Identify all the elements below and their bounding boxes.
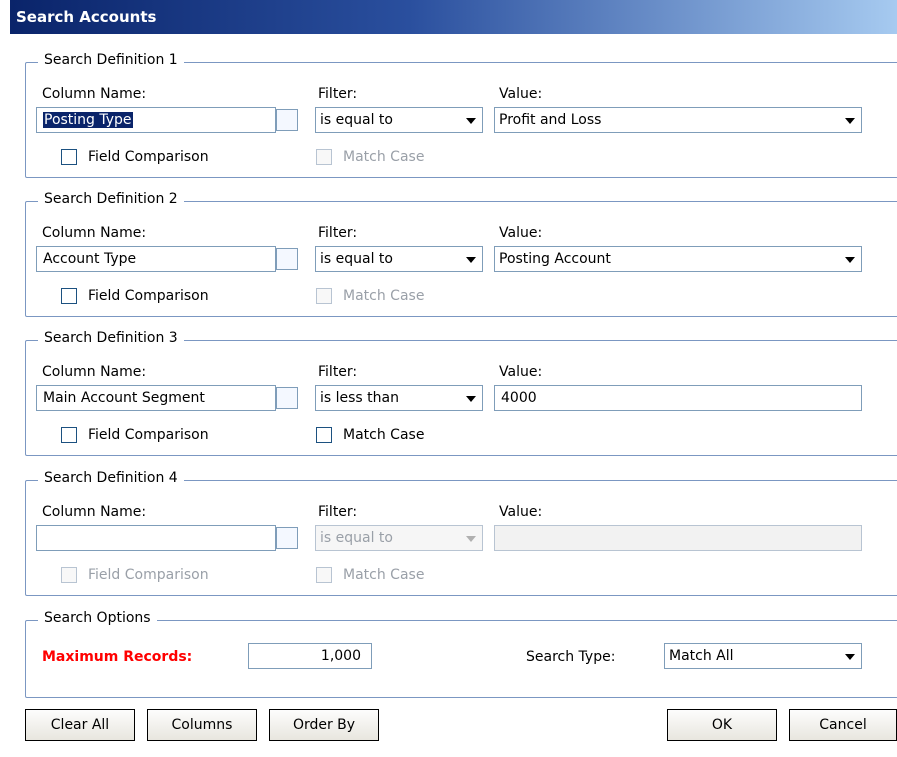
cancel-button[interactable]: Cancel xyxy=(789,709,897,741)
search-type-label: Search Type: xyxy=(526,649,616,665)
match-case-checkbox[interactable] xyxy=(316,288,332,304)
match-case-label: Match Case xyxy=(343,427,425,443)
value-label: Value: xyxy=(499,364,543,380)
column-name-input[interactable]: Posting Type xyxy=(36,107,276,133)
group-title: Search Definition 1 xyxy=(38,52,184,68)
field-comparison-label: Field Comparison xyxy=(88,149,209,165)
match-case-checkbox[interactable] xyxy=(316,427,332,443)
group-title: Search Definition 2 xyxy=(38,191,184,207)
match-case-label: Match Case xyxy=(343,149,425,165)
value-label: Value: xyxy=(499,225,543,241)
chevron-down-icon[interactable] xyxy=(458,526,482,550)
value-input[interactable] xyxy=(494,525,862,551)
value-input[interactable]: 4000 xyxy=(494,385,862,411)
title-bar: Search Accounts xyxy=(10,0,897,34)
maximum-records-input[interactable]: 1,000 xyxy=(248,643,372,669)
lookup-magnifier-icon[interactable] xyxy=(276,109,298,131)
order-by-button[interactable]: Order By xyxy=(269,709,379,741)
field-comparison-checkbox[interactable] xyxy=(61,288,77,304)
filter-dropdown[interactable]: is equal to xyxy=(315,246,483,272)
window-title: Search Accounts xyxy=(16,8,157,26)
column-name-input[interactable]: Account Type xyxy=(36,246,276,272)
match-case-checkbox[interactable] xyxy=(316,567,332,583)
field-comparison-label: Field Comparison xyxy=(88,427,209,443)
filter-value: is less than xyxy=(320,390,399,406)
lookup-magnifier-icon[interactable] xyxy=(276,248,298,270)
value-label: Value: xyxy=(499,504,543,520)
filter-dropdown[interactable]: is equal to xyxy=(315,525,483,551)
field-comparison-label: Field Comparison xyxy=(88,567,209,583)
value-label: Value: xyxy=(499,86,543,102)
filter-label: Filter: xyxy=(318,225,358,241)
column-name-label: Column Name: xyxy=(42,364,147,380)
search-type-value: Match All xyxy=(669,648,734,664)
maximum-records-label: Maximum Records: xyxy=(42,649,193,665)
filter-dropdown[interactable]: is less than xyxy=(315,385,483,411)
search-definition-2: Search Definition 2 Column Name: Filter:… xyxy=(25,191,897,317)
filter-value: is equal to xyxy=(320,251,393,267)
filter-value: is equal to xyxy=(320,112,393,128)
search-definition-4: Search Definition 4 Column Name: Filter:… xyxy=(25,470,897,596)
match-case-label: Match Case xyxy=(343,288,425,304)
chevron-down-icon[interactable] xyxy=(458,386,482,410)
search-definition-3: Search Definition 3 Column Name: Filter:… xyxy=(25,330,897,456)
search-type-dropdown[interactable]: Match All xyxy=(664,643,862,669)
field-comparison-checkbox[interactable] xyxy=(61,427,77,443)
match-case-checkbox[interactable] xyxy=(316,149,332,165)
value-value: Profit and Loss xyxy=(499,112,602,128)
lookup-magnifier-icon[interactable] xyxy=(276,527,298,549)
field-comparison-checkbox[interactable] xyxy=(61,567,77,583)
columns-button[interactable]: Columns xyxy=(147,709,257,741)
column-name-label: Column Name: xyxy=(42,504,147,520)
clear-all-button[interactable]: Clear All xyxy=(25,709,135,741)
value-dropdown[interactable]: Profit and Loss xyxy=(494,107,862,133)
column-name-input[interactable] xyxy=(36,525,276,551)
chevron-down-icon[interactable] xyxy=(837,644,861,668)
chevron-down-icon[interactable] xyxy=(837,247,861,271)
value-value: Posting Account xyxy=(499,251,611,267)
chevron-down-icon[interactable] xyxy=(458,247,482,271)
chevron-down-icon[interactable] xyxy=(458,108,482,132)
field-comparison-checkbox[interactable] xyxy=(61,149,77,165)
group-title: Search Definition 4 xyxy=(38,470,184,486)
search-definition-1: Search Definition 1 Column Name: Filter:… xyxy=(25,52,897,178)
search-accounts-dialog: Search Accounts Search Definition 1 Colu… xyxy=(10,0,897,757)
ok-button[interactable]: OK xyxy=(667,709,777,741)
match-case-label: Match Case xyxy=(343,567,425,583)
selected-text: Posting Type xyxy=(43,112,133,128)
filter-label: Filter: xyxy=(318,86,358,102)
filter-label: Filter: xyxy=(318,364,358,380)
chevron-down-icon[interactable] xyxy=(837,108,861,132)
filter-value: is equal to xyxy=(320,530,393,546)
filter-dropdown[interactable]: is equal to xyxy=(315,107,483,133)
column-name-input[interactable]: Main Account Segment xyxy=(36,385,276,411)
column-name-label: Column Name: xyxy=(42,225,147,241)
group-title: Search Definition 3 xyxy=(38,330,184,346)
lookup-magnifier-icon[interactable] xyxy=(276,387,298,409)
column-name-label: Column Name: xyxy=(42,86,147,102)
search-options: Search Options Maximum Records: 1,000 Se… xyxy=(25,610,897,698)
field-comparison-label: Field Comparison xyxy=(88,288,209,304)
filter-label: Filter: xyxy=(318,504,358,520)
group-title: Search Options xyxy=(38,610,157,626)
value-dropdown[interactable]: Posting Account xyxy=(494,246,862,272)
